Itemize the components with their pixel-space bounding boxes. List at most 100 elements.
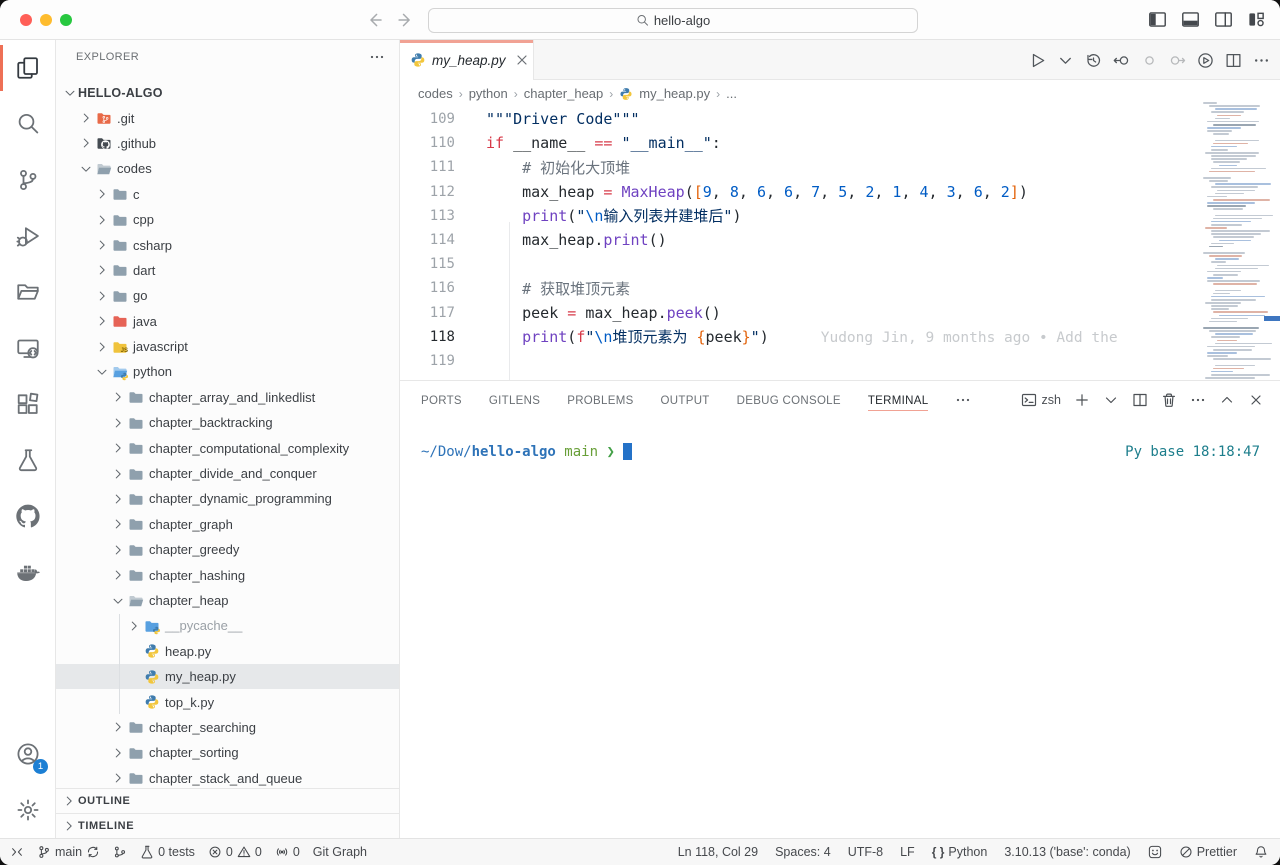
back-arrow-icon[interactable] — [366, 10, 386, 30]
split-icon[interactable] — [1132, 392, 1148, 408]
layout-right-icon[interactable] — [1214, 10, 1233, 29]
ellipsis-icon[interactable] — [1190, 392, 1206, 408]
status-item[interactable]: 00 — [208, 845, 262, 859]
tree-item-chapter-searching[interactable]: chapter_searching — [56, 715, 399, 740]
tree-item-git[interactable]: .git — [56, 105, 399, 130]
breadcrumb-item-chapter-heap[interactable]: chapter_heap — [524, 86, 604, 101]
panel-tab-problems[interactable]: PROBLEMS — [567, 385, 633, 415]
breadcrumb-item-codes[interactable]: codes — [418, 86, 453, 101]
layout-bottom-icon[interactable] — [1181, 10, 1200, 29]
panel-tab-ports[interactable]: PORTS — [421, 385, 462, 415]
activity-accounts[interactable]: 1 — [0, 726, 56, 782]
code-line-115[interactable]: 115 — [400, 252, 1195, 276]
status-item[interactable] — [1254, 845, 1268, 859]
tree-item-codes[interactable]: codes — [56, 156, 399, 181]
code-line-109[interactable]: 109"""Driver Code""" — [400, 107, 1195, 131]
code-line-119[interactable]: 119 — [400, 349, 1195, 373]
command-center-search[interactable]: hello-algo — [428, 8, 918, 33]
tree-item-chapter-hashing[interactable]: chapter_hashing — [56, 562, 399, 587]
activity-explorer[interactable] — [0, 40, 56, 96]
panel-tab-gitlens[interactable]: GITLENS — [489, 385, 540, 415]
tree-item-chapter-backtracking[interactable]: chapter_backtracking — [56, 410, 399, 435]
terminal-content[interactable]: ~/Dow/hello-algo main ❯ Py base 18:18:47 — [421, 443, 1260, 460]
tab-my-heap-py[interactable]: my_heap.py — [400, 40, 534, 80]
tree-item-javascript[interactable]: JSjavascript — [56, 334, 399, 359]
tree-item-python[interactable]: python — [56, 359, 399, 384]
minimize-window-button[interactable] — [40, 14, 52, 26]
panel-tab-debug-console[interactable]: DEBUG CONSOLE — [737, 385, 841, 415]
tree-item-chapter-divide-and-conquer[interactable]: chapter_divide_and_conquer — [56, 461, 399, 486]
status-item[interactable]: Git Graph — [313, 845, 367, 859]
status-item[interactable]: Ln 118, Col 29 — [678, 845, 758, 859]
code-line-113[interactable]: 113 print("\n输入列表并建堆后") — [400, 204, 1195, 228]
chevron-down-sm-icon[interactable] — [1103, 392, 1119, 408]
panel-tab-output[interactable]: OUTPUT — [661, 385, 710, 415]
split-icon[interactable] — [1225, 52, 1242, 69]
tree-item-chapter-array-and-linkedlist[interactable]: chapter_array_and_linkedlist — [56, 385, 399, 410]
ellipsis-icon[interactable] — [955, 392, 971, 408]
activity-source-control[interactable] — [0, 152, 56, 208]
tree-item-chapter-graph[interactable]: chapter_graph — [56, 512, 399, 537]
breadcrumb[interactable]: codes›python›chapter_heap›my_heap.py›... — [400, 80, 1280, 107]
code-area[interactable]: 109"""Driver Code"""110if __name__ == "_… — [400, 107, 1195, 380]
status-item[interactable] — [113, 845, 127, 859]
activity-remote-explorer[interactable] — [0, 320, 56, 376]
circle-dim-icon[interactable] — [1141, 52, 1158, 69]
status-item[interactable] — [1148, 845, 1162, 859]
sidebar-section-outline[interactable]: OUTLINE — [56, 788, 399, 813]
activity-extensions[interactable] — [0, 376, 56, 432]
layout-left-icon[interactable] — [1148, 10, 1167, 29]
panel-tab-terminal[interactable]: TERMINAL — [868, 385, 929, 415]
code-line-116[interactable]: 116 # 获取堆顶元素 — [400, 276, 1195, 300]
forward-arrow-icon[interactable] — [396, 10, 416, 30]
minimap[interactable] — [1195, 98, 1280, 383]
sidebar-section-timeline[interactable]: TIMELINE — [56, 813, 399, 838]
code-line-110[interactable]: 110if __name__ == "__main__": — [400, 131, 1195, 155]
tree-item-chapter-computational-complexity[interactable]: chapter_computational_complexity — [56, 435, 399, 460]
code-line-111[interactable]: 111 # 初始化大顶堆 — [400, 155, 1195, 179]
status-item[interactable]: { }Python — [932, 845, 988, 859]
history-icon[interactable] — [1085, 52, 1102, 69]
chevron-up-sm-icon[interactable] — [1219, 392, 1235, 408]
tree-item-chapter-sorting[interactable]: chapter_sorting — [56, 740, 399, 765]
tree-item-hello-algo[interactable]: HELLO-ALGO — [56, 80, 399, 105]
circle-arrow-dim-icon[interactable] — [1169, 52, 1186, 69]
trash-icon[interactable] — [1161, 392, 1177, 408]
tree-item-java[interactable]: java — [56, 309, 399, 334]
activity-github[interactable] — [0, 488, 56, 544]
tree-item-github[interactable]: .github — [56, 131, 399, 156]
status-item[interactable]: Spaces: 4 — [775, 845, 831, 859]
status-item[interactable]: UTF-8 — [848, 845, 883, 859]
play-circle-icon[interactable] — [1197, 52, 1214, 69]
terminal-profile-zsh[interactable]: zsh — [1021, 392, 1061, 408]
breadcrumb-item-python[interactable]: python — [469, 86, 508, 101]
code-line-112[interactable]: 112 max_heap = MaxHeap([9, 8, 6, 6, 7, 5… — [400, 180, 1195, 204]
activity-folders[interactable] — [0, 264, 56, 320]
ellipsis-icon[interactable] — [369, 49, 385, 65]
layout-customize-icon[interactable] — [1247, 10, 1266, 29]
activity-search[interactable] — [0, 96, 56, 152]
status-item[interactable]: main — [37, 845, 100, 859]
breadcrumb-item-my-heap-py[interactable]: my_heap.py — [639, 86, 710, 101]
code-line-117[interactable]: 117 peek = max_heap.peek() — [400, 301, 1195, 325]
close-icon[interactable] — [1248, 392, 1264, 408]
tree-item-heap-py[interactable]: heap.py — [56, 639, 399, 664]
status-item[interactable]: Prettier — [1179, 845, 1237, 859]
close-icon[interactable] — [514, 52, 530, 68]
status-item[interactable]: 0 tests — [140, 845, 195, 859]
close-window-button[interactable] — [20, 14, 32, 26]
code-line-118[interactable]: 118 print(f"\n堆顶元素为 {peek}")Yudong Jin, … — [400, 325, 1195, 349]
activity-docker[interactable] — [0, 544, 56, 600]
activity-settings[interactable] — [0, 782, 56, 838]
activity-run-debug[interactable] — [0, 208, 56, 264]
tree-item-top-k-py[interactable]: top_k.py — [56, 689, 399, 714]
run-icon[interactable] — [1029, 52, 1046, 69]
ellipsis-icon[interactable] — [1253, 52, 1270, 69]
tree-item-my-heap-py[interactable]: my_heap.py — [56, 664, 399, 689]
activity-testing[interactable] — [0, 432, 56, 488]
tree-item-cpp[interactable]: cpp — [56, 207, 399, 232]
zoom-window-button[interactable] — [60, 14, 72, 26]
tree-item-pycache[interactable]: __pycache__ — [56, 613, 399, 638]
status-item[interactable]: 0 — [275, 845, 300, 859]
tree-item-chapter-greedy[interactable]: chapter_greedy — [56, 537, 399, 562]
